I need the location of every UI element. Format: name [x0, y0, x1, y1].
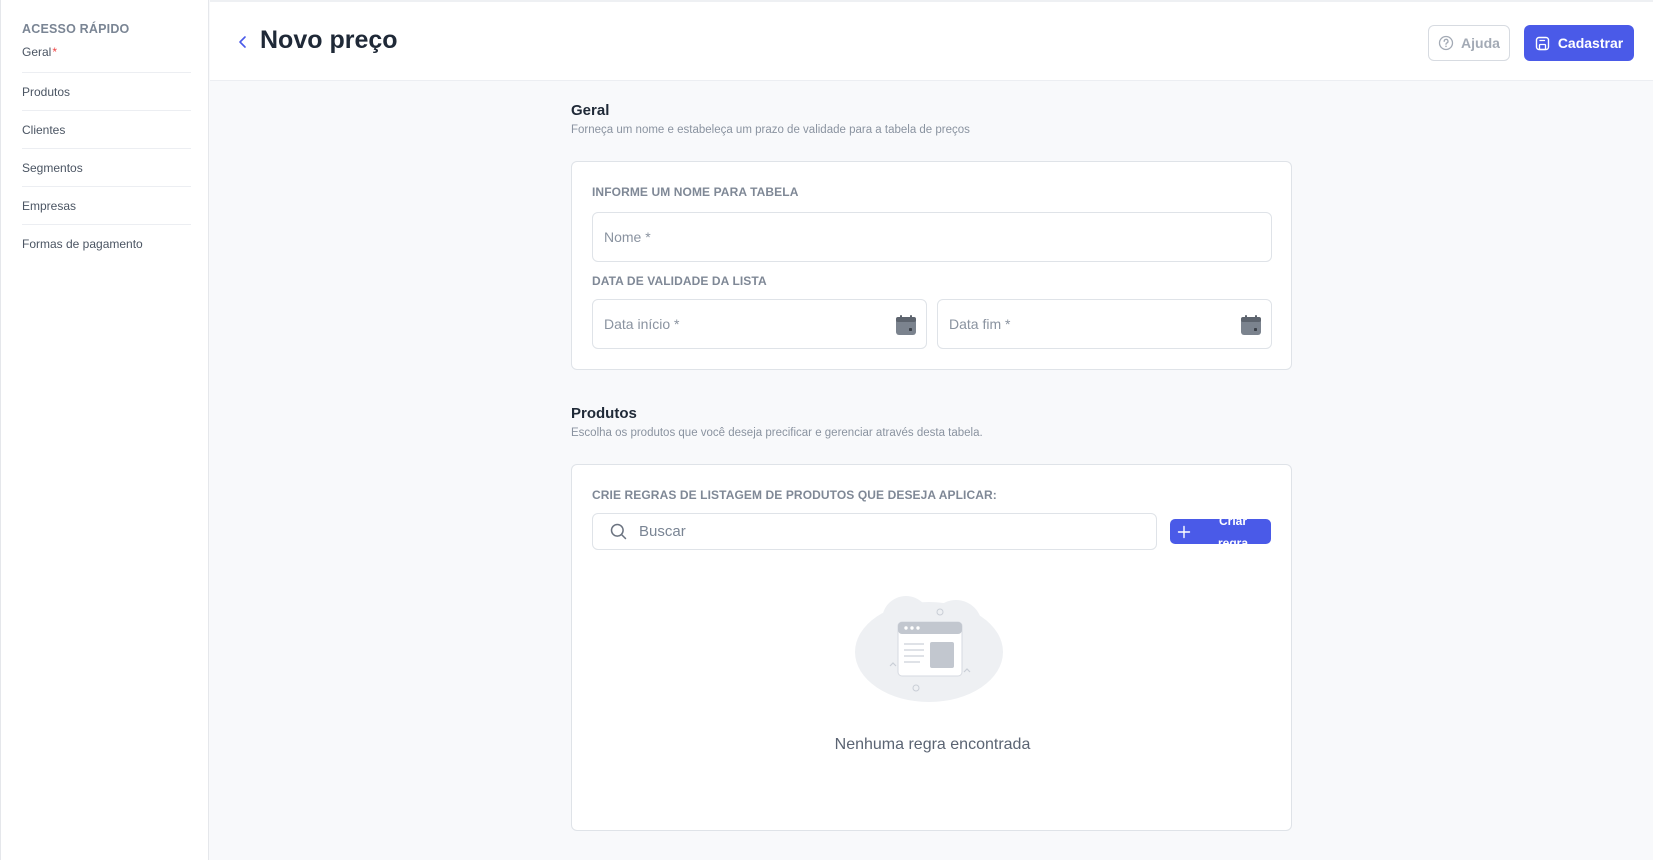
question-circle-icon — [1438, 35, 1454, 51]
calendar-icon[interactable] — [1240, 314, 1262, 336]
empty-state-message: Nenhuma regra encontrada — [834, 736, 1031, 753]
name-field[interactable] — [592, 212, 1272, 262]
quick-access-sidebar: ACESSO RÁPIDO Geral * Produtos Clientes S… — [0, 0, 209, 860]
help-button[interactable]: Ajuda — [1428, 25, 1510, 61]
sidebar-item-label: Empresas — [22, 198, 77, 213]
products-card: CRIE REGRAS DE LISTAGEM DE PRODUTOS QUE … — [571, 464, 1292, 831]
sidebar-item-clientes[interactable]: Clientes — [22, 111, 191, 149]
rules-search-field[interactable] — [592, 513, 1157, 550]
general-section-description: Forneça um nome e estabeleça um prazo de… — [571, 124, 970, 136]
sidebar-item-empresas[interactable]: Empresas — [22, 187, 191, 225]
submit-button[interactable]: Cadastrar — [1524, 25, 1634, 61]
sidebar-item-geral[interactable]: Geral * — [22, 43, 191, 73]
sidebar-item-label: Produtos — [22, 84, 71, 99]
sidebar-item-produtos[interactable]: Produtos — [22, 73, 191, 111]
sidebar-list: Geral * Produtos Clientes Segmentos Empre… — [22, 43, 191, 263]
sidebar-heading: ACESSO RÁPIDO — [22, 22, 130, 36]
products-section-title: Produtos — [571, 405, 637, 422]
product-rules-label: CRIE REGRAS DE LISTAGEM DE PRODUTOS QUE … — [592, 488, 997, 502]
page-header: Novo preço Ajuda Cadastrar — [210, 0, 1653, 81]
required-mark: * — [52, 45, 58, 59]
sidebar-item-label: Formas de pagamento — [22, 237, 143, 251]
save-icon — [1535, 36, 1550, 50]
start-date-field[interactable] — [592, 299, 927, 349]
name-input[interactable] — [604, 229, 1271, 245]
general-card: INFORME UM NOME PARA TABELA DATA DE VALI… — [571, 161, 1292, 370]
page-title: Novo preço — [260, 26, 398, 54]
empty-browser-illustration — [855, 596, 1003, 702]
start-date-input[interactable] — [604, 316, 926, 332]
products-section-description: Escolha os produtos que você deseja prec… — [571, 427, 983, 439]
calendar-icon[interactable] — [895, 314, 917, 336]
rules-search-input[interactable] — [639, 523, 1139, 540]
plus-icon — [1177, 525, 1191, 538]
sidebar-item-label: Geral — [22, 45, 52, 59]
submit-button-label: Cadastrar — [1557, 35, 1624, 51]
validity-label: DATA DE VALIDADE DA LISTA — [592, 274, 767, 288]
chevron-left-icon — [238, 36, 246, 48]
help-button-label: Ajuda — [1461, 35, 1500, 51]
general-section-title: Geral — [571, 102, 610, 119]
add-rule-button[interactable]: Criar regra — [1170, 519, 1271, 544]
sidebar-item-label: Segmentos — [22, 160, 83, 175]
sidebar-item-formas-pagamento[interactable]: Formas de pagamento — [22, 225, 191, 263]
search-icon — [610, 523, 627, 540]
sidebar-item-label: Clientes — [22, 122, 66, 137]
app-root: ACESSO RÁPIDO Geral * Produtos Clientes S… — [0, 0, 1653, 860]
table-name-label: INFORME UM NOME PARA TABELA — [592, 185, 799, 199]
end-date-field[interactable] — [937, 299, 1272, 349]
sidebar-item-segmentos[interactable]: Segmentos — [22, 149, 191, 187]
end-date-input[interactable] — [949, 316, 1271, 332]
back-button[interactable] — [234, 33, 250, 51]
add-rule-button-label: Criar regra — [1217, 519, 1249, 544]
